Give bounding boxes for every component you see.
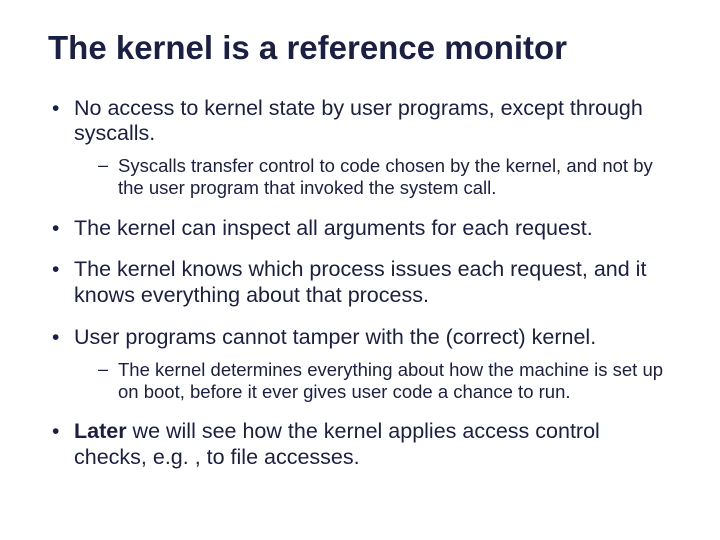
bullet-4: User programs cannot tamper with the (co… — [52, 325, 672, 403]
bullet-1: No access to kernel state by user progra… — [52, 96, 672, 200]
bullet-1-sub-1: Syscalls transfer control to code chosen… — [98, 155, 672, 199]
bullet-5-rest: we will see how the kernel applies acces… — [74, 419, 600, 469]
bullet-2: The kernel can inspect all arguments for… — [52, 216, 672, 242]
bullet-3-text: The kernel knows which process issues ea… — [74, 257, 646, 307]
bullet-4-sub-1: The kernel determines everything about h… — [98, 359, 672, 403]
bullet-list: No access to kernel state by user progra… — [48, 96, 672, 471]
bullet-5: Later we will see how the kernel applies… — [52, 419, 672, 471]
bullet-2-text: The kernel can inspect all arguments for… — [74, 216, 593, 240]
bullet-4-sub-1-text: The kernel determines everything about h… — [118, 359, 663, 402]
bullet-4-text: User programs cannot tamper with the (co… — [74, 325, 596, 349]
slide: The kernel is a reference monitor No acc… — [0, 0, 720, 540]
bullet-5-lead: Later — [74, 419, 127, 443]
bullet-1-text: No access to kernel state by user progra… — [74, 96, 643, 146]
bullet-1-sub-1-text: Syscalls transfer control to code chosen… — [118, 155, 653, 198]
bullet-1-sublist: Syscalls transfer control to code chosen… — [74, 155, 672, 199]
bullet-3: The kernel knows which process issues ea… — [52, 257, 672, 309]
bullet-4-sublist: The kernel determines everything about h… — [74, 359, 672, 403]
slide-title: The kernel is a reference monitor — [48, 28, 672, 68]
